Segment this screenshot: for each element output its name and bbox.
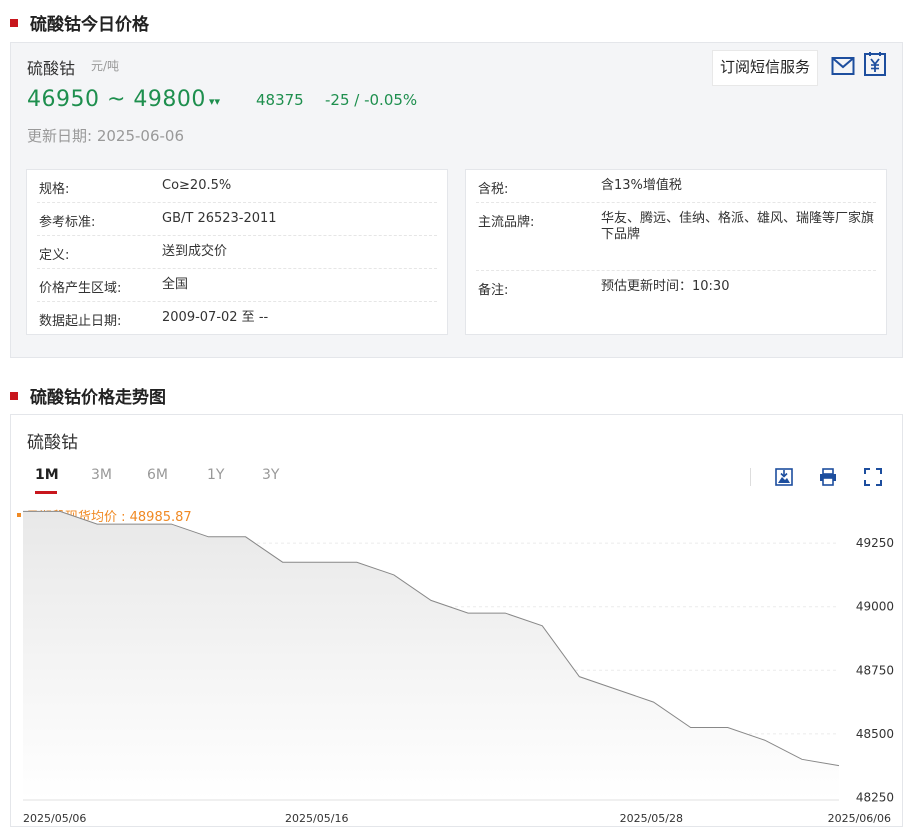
price-change: -25 / -0.05%: [325, 91, 418, 109]
price-trend-chart[interactable]: 48250 48500 48750 49000 49250 2025/05/06 2025/…: [11, 415, 902, 826]
chart-panel: 硫酸钴 1M 3M 6M 1Y 3Y 日期段现货均价 : 48985.87 48…: [10, 414, 903, 827]
section-header-trend: 硫酸钴价格走势图: [10, 383, 166, 408]
info-row-brands: 主流品牌: 华友、腾远、佳纳、格派、雄风、瑞隆等厂家旗下品牌: [476, 203, 876, 271]
x-tick-label: 2025/05/16: [285, 812, 348, 825]
info-key: 参考标准:: [39, 215, 96, 230]
section-marker: [10, 391, 18, 400]
price-range: 46950 ~ 49800: [27, 87, 206, 112]
x-tick-label: 2025/06/06: [828, 812, 891, 825]
info-row-region: 价格产生区域: 全国: [37, 269, 437, 302]
y-tick-label: 48250: [856, 790, 894, 804]
info-card-left: 规格: Co≥20.5% 参考标准: GB/T 26523-2011 定义: 送…: [26, 169, 448, 335]
info-card-right: 含税: 含13%增值税 主流品牌: 华友、腾远、佳纳、格派、雄风、瑞隆等厂家旗下…: [465, 169, 887, 335]
info-key: 定义:: [39, 248, 70, 263]
section-title: 硫酸钴今日价格: [30, 15, 149, 35]
y-tick-label: 48500: [856, 727, 894, 741]
info-value: Co≥20.5%: [162, 178, 232, 193]
info-value: 送到成交价: [162, 244, 228, 259]
info-value: 预估更新时间：10:30: [601, 279, 730, 294]
average-price: 48375: [256, 91, 304, 109]
section-marker: [10, 18, 18, 27]
series-area: [23, 511, 839, 800]
subscribe-sms-button[interactable]: 订阅短信服务: [712, 50, 818, 86]
info-key: 主流品牌:: [478, 215, 535, 230]
section-title: 硫酸钴价格走势图: [30, 388, 166, 408]
y-tick-label: 49000: [856, 600, 894, 614]
x-tick-label: 2025/05/06: [23, 812, 86, 825]
mail-icon[interactable]: [831, 54, 855, 78]
price-panel: 硫酸钴 元/吨 46950 ~ 49800 ▾▾ 48375 -25 / -0.…: [10, 42, 903, 358]
info-key: 含税:: [478, 182, 509, 197]
info-value: 华友、腾远、佳纳、格派、雄风、瑞隆等厂家旗下品牌: [601, 211, 875, 242]
update-date-value: 2025-06-06: [96, 127, 185, 145]
update-date-label: 更新日期:: [27, 127, 93, 145]
info-value: 全国: [162, 277, 189, 292]
info-row-tax: 含税: 含13%增值税: [476, 170, 876, 203]
currency-icon[interactable]: [863, 51, 887, 77]
section-header-today-price: 硫酸钴今日价格: [10, 10, 149, 35]
price-unit: 元/吨: [91, 59, 120, 73]
info-key: 备注:: [478, 283, 509, 298]
info-key: 价格产生区域:: [39, 281, 122, 296]
info-value: GB/T 26523-2011: [162, 211, 277, 226]
info-row-date-range: 数据起止日期: 2009-07-02 至 --: [37, 302, 437, 335]
y-tick-label: 48750: [856, 663, 894, 677]
info-row-standard: 参考标准: GB/T 26523-2011: [37, 203, 437, 236]
y-tick-label: 49250: [856, 536, 894, 550]
info-value: 含13%增值税: [601, 178, 682, 193]
product-name: 硫酸钴: [27, 59, 76, 78]
info-key: 数据起止日期:: [39, 314, 122, 329]
update-date: 更新日期: 2025-06-06: [27, 125, 184, 146]
down-arrow-icon: ▾▾: [209, 95, 221, 108]
x-tick-label: 2025/05/28: [620, 812, 683, 825]
info-row-remark: 备注: 预估更新时间：10:30: [476, 271, 876, 304]
info-row-definition: 定义: 送到成交价: [37, 236, 437, 269]
info-value: 2009-07-02 至 --: [162, 310, 269, 325]
info-row-spec: 规格: Co≥20.5%: [37, 170, 437, 203]
info-key: 规格:: [39, 182, 70, 197]
